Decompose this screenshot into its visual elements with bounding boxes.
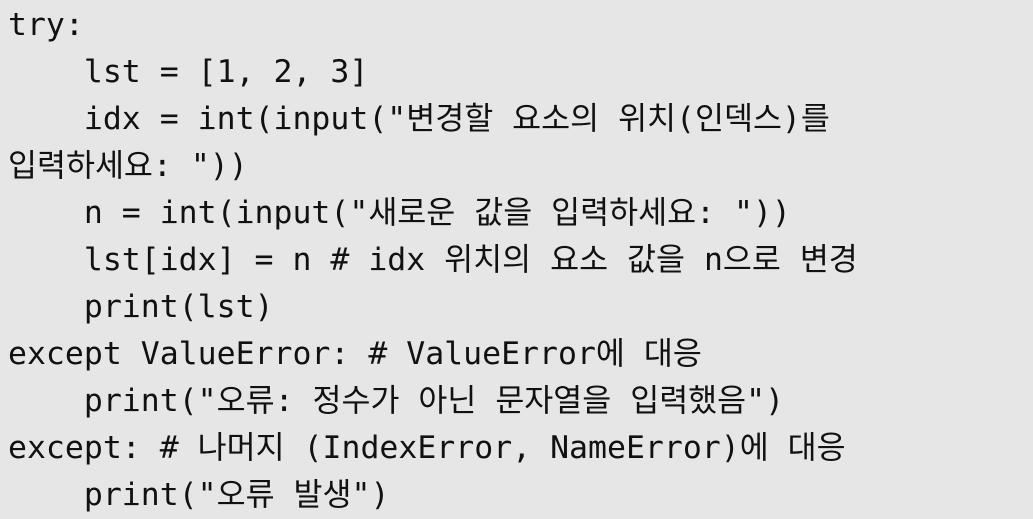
code-line-n-input: n = int(input("새로운 값을 입력하세요: "))	[8, 195, 791, 231]
code-line-print-error: print("오류 발생")	[8, 477, 390, 513]
code-line-print-valueerror: print("오류: 정수가 아닌 문자열을 입력했음")	[8, 383, 785, 419]
code-line-idx-input: idx = int(input("변경할 요소의 위치(인덱스)를	[8, 101, 830, 137]
code-line-idx-input-wrap: 입력하세요: "))	[8, 148, 248, 184]
code-line-except-other: except: # 나머지 (IndexError, NameError)에 대…	[8, 430, 846, 466]
code-block: try: lst = [1, 2, 3] idx = int(input("변경…	[0, 0, 1033, 519]
code-line-except-valueerror: except ValueError: # ValueError에 대응	[8, 336, 702, 372]
code-line-print-lst: print(lst)	[8, 289, 274, 325]
code-line-lst-update: lst[idx] = n # idx 위치의 요소 값을 n으로 변경	[8, 242, 858, 278]
code-line-lst-assign: lst = [1, 2, 3]	[8, 54, 369, 90]
code-line-try: try:	[8, 7, 84, 43]
